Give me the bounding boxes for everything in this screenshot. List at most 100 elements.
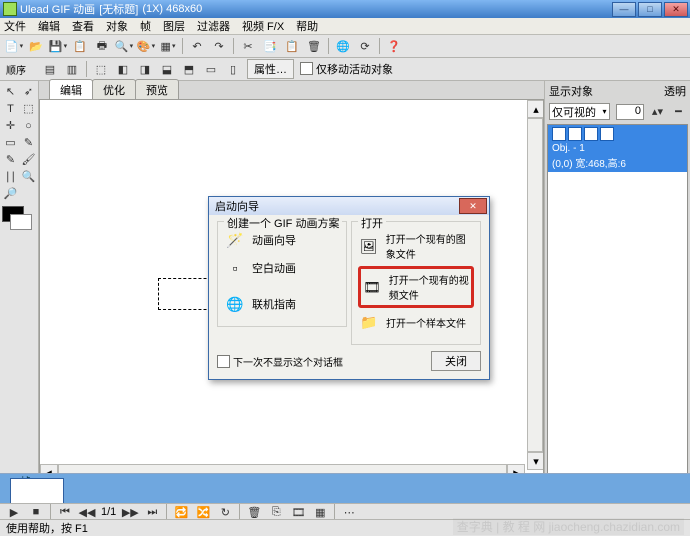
open-sample-item[interactable]: 📁 打开一个样本文件: [358, 308, 474, 336]
tool-paint-icon[interactable]: 🖌: [20, 151, 37, 168]
properties-button[interactable]: 属性…: [247, 59, 294, 79]
tool-pencil-icon[interactable]: ✎: [20, 134, 37, 151]
paste2-icon[interactable]: 📋: [284, 38, 300, 54]
obj-flag-3-icon[interactable]: [600, 127, 614, 141]
tool-brush-icon[interactable]: ✎: [2, 151, 19, 168]
stop-icon[interactable]: ■: [28, 504, 44, 520]
menu-view[interactable]: 查看: [72, 18, 94, 34]
obj-flag-2-icon[interactable]: [584, 127, 598, 141]
align-middle-icon[interactable]: ⬒: [181, 61, 197, 77]
object-list[interactable]: Obj. - 1 (0,0) 宽:468,高:6: [547, 124, 688, 479]
order-up-icon[interactable]: ▥: [64, 61, 80, 77]
menu-frame[interactable]: 帧: [140, 18, 151, 34]
menu-filter[interactable]: 过滤器: [197, 18, 230, 34]
tool-move-icon[interactable]: ➶: [20, 83, 37, 100]
redo-icon[interactable]: ↷: [211, 38, 227, 54]
maximize-button[interactable]: □: [638, 2, 662, 17]
transparency-label: 透明: [664, 83, 686, 99]
loop-icon[interactable]: 🔁: [173, 504, 189, 520]
delete-icon[interactable]: 🗑: [306, 38, 322, 54]
first-frame-icon[interactable]: ⏮: [57, 504, 73, 520]
object-list-item[interactable]: Obj. - 1 (0,0) 宽:468,高:6: [548, 125, 687, 172]
minimize-button[interactable]: —: [612, 2, 636, 17]
tool-text-icon[interactable]: T: [2, 100, 19, 117]
align-left-icon[interactable]: ⬚: [93, 61, 109, 77]
web-icon[interactable]: 🌐: [335, 38, 351, 54]
order-top-icon[interactable]: ▤: [42, 61, 58, 77]
dont-show-checkbox[interactable]: 下一次不显示这个对话框: [217, 354, 343, 369]
copy-icon[interactable]: 📑: [262, 38, 278, 54]
tool-zoomin-icon[interactable]: 🔍: [20, 168, 37, 185]
reverse-icon[interactable]: ↻: [217, 504, 233, 520]
paste-icon[interactable]: 📋: [72, 38, 88, 54]
film-icon[interactable]: 🎞: [290, 504, 306, 520]
tool-pointer-icon[interactable]: ↖: [2, 83, 19, 100]
new-icon[interactable]: 📄: [6, 38, 22, 54]
align-right-icon[interactable]: ◨: [137, 61, 153, 77]
dialog-close-btn[interactable]: 关闭: [431, 351, 481, 371]
next-frame-icon[interactable]: ▶▶: [122, 504, 138, 520]
slider-icon[interactable]: ━: [671, 104, 686, 120]
align-center-icon[interactable]: ◧: [115, 61, 131, 77]
menu-file[interactable]: 文件: [4, 18, 26, 34]
undo-icon[interactable]: ↶: [189, 38, 205, 54]
align-top-icon[interactable]: ⬓: [159, 61, 175, 77]
visibility-combo[interactable]: 仅可视的: [549, 103, 610, 120]
tool-line-icon[interactable]: ∣∣: [2, 168, 19, 185]
open-video-item[interactable]: 🎞 打开一个现有的视频文件: [358, 266, 474, 308]
scroll-down-icon[interactable]: ▾: [527, 452, 544, 470]
delete-frame-icon[interactable]: 🗑: [246, 504, 262, 520]
blank-animation-item[interactable]: ▫ 空白动画: [224, 254, 340, 282]
more-frames-icon[interactable]: ⋯: [341, 504, 357, 520]
close-button[interactable]: ✕: [664, 2, 688, 17]
tool-crop-icon[interactable]: ✛: [2, 117, 19, 134]
menu-videofx[interactable]: 视频 F/X: [242, 18, 284, 34]
tool-select-icon[interactable]: ⬚: [20, 100, 37, 117]
grid-icon[interactable]: ▦: [160, 38, 176, 54]
background-swatch[interactable]: [10, 214, 32, 230]
align-dist-icon[interactable]: ▯: [225, 61, 241, 77]
open-fieldset: 打开 🖼 打开一个现有的图象文件 🎞 打开一个现有的视频文件 📁 打开一个样本文…: [351, 221, 481, 345]
open-icon[interactable]: 📂: [28, 38, 44, 54]
help-icon[interactable]: ❓: [386, 38, 402, 54]
open-image-item[interactable]: 🖼 打开一个现有的图象文件: [358, 226, 474, 266]
tool-rect-icon[interactable]: ▭: [2, 134, 19, 151]
online-guide-item[interactable]: 🌐 联机指南: [224, 290, 340, 318]
tab-edit[interactable]: 编辑: [49, 79, 93, 99]
tool-zoomout-icon[interactable]: 🔎: [2, 185, 19, 202]
tab-preview[interactable]: 预览: [135, 79, 179, 99]
doc-title: [无标题]: [99, 1, 138, 17]
dup-frame-icon[interactable]: ⎘: [268, 504, 284, 520]
shuffle-icon[interactable]: 🔀: [195, 504, 211, 520]
tool-ellipse-icon[interactable]: ○: [20, 117, 37, 134]
video-file-icon: 🎞: [363, 278, 381, 296]
cut-icon[interactable]: ✂: [240, 38, 256, 54]
last-frame-icon[interactable]: ⏭: [144, 504, 160, 520]
palette-icon[interactable]: 🎨: [138, 38, 154, 54]
align-bottom-icon[interactable]: ▭: [203, 61, 219, 77]
move-active-checkbox[interactable]: 仅移动活动对象: [300, 61, 393, 77]
refresh-icon[interactable]: ⟳: [357, 38, 373, 54]
menu-edit[interactable]: 编辑: [38, 18, 60, 34]
v-scrollbar[interactable]: ▴ ▾: [527, 100, 543, 464]
frame-grid-icon[interactable]: ▦: [312, 504, 328, 520]
menu-help[interactable]: 帮助: [296, 18, 318, 34]
show-objects-label: 显示对象: [549, 83, 593, 99]
save-icon[interactable]: 💾: [50, 38, 66, 54]
menu-layer[interactable]: 图层: [163, 18, 185, 34]
print-icon[interactable]: 🖶: [94, 38, 110, 54]
obj-flag-1-icon[interactable]: [568, 127, 582, 141]
color-swatch[interactable]: [2, 206, 37, 218]
play-icon[interactable]: ▶: [6, 504, 22, 520]
tab-optimize[interactable]: 优化: [92, 79, 136, 99]
scroll-up-icon[interactable]: ▴: [527, 100, 544, 118]
dialog-close-button[interactable]: ✕: [459, 198, 487, 214]
v-scroll-track[interactable]: [527, 118, 543, 452]
prev-frame-icon[interactable]: ◀◀: [79, 504, 95, 520]
zoom-icon[interactable]: 🔍: [116, 38, 132, 54]
stepper-icon[interactable]: ▴▾: [650, 104, 665, 120]
menu-object[interactable]: 对象: [106, 18, 128, 34]
image-file-icon: 🖼: [360, 237, 378, 255]
object-thumb: [552, 127, 566, 141]
transparency-input[interactable]: 0: [616, 104, 644, 120]
